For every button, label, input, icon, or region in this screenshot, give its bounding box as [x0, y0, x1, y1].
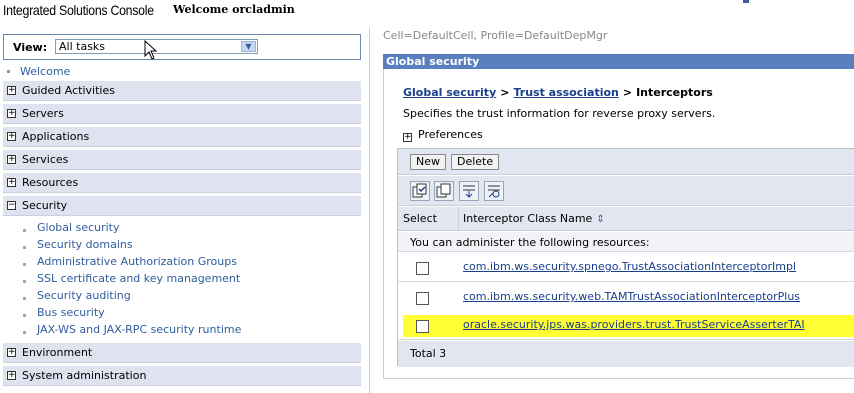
collapse-icon[interactable]: −	[7, 201, 16, 210]
bullet-icon	[23, 314, 26, 317]
breadcrumb-separator: >	[500, 86, 510, 99]
nav-section-services[interactable]: + Services	[3, 150, 361, 170]
panel-title: Global security	[383, 54, 854, 69]
interceptor-link[interactable]: oracle.security.jps.was.providers.trust.…	[463, 318, 805, 331]
cell-profile-text: Cell=DefaultCell, Profile=DefaultDepMgr	[383, 29, 608, 42]
breadcrumb-link-trust-association[interactable]: Trust association	[513, 86, 618, 99]
mouse-cursor-icon	[144, 40, 158, 60]
expand-icon[interactable]: +	[403, 133, 412, 142]
select-all-icon[interactable]	[410, 181, 430, 201]
expand-icon[interactable]: +	[7, 109, 16, 118]
column-header-select: Select	[403, 212, 437, 225]
expand-icon[interactable]: +	[7, 132, 16, 141]
interceptor-link[interactable]: com.ibm.ws.security.web.TAMTrustAssociat…	[463, 290, 800, 303]
preferences-label: Preferences	[418, 128, 483, 141]
table-row: com.ibm.ws.security.spnego.TrustAssociat…	[398, 253, 854, 282]
bullet-icon	[23, 229, 26, 232]
table-info-text: You can administer the following resourc…	[410, 236, 650, 249]
table-total-row: Total 3	[398, 341, 854, 367]
app-title: Integrated Solutions Console	[3, 2, 154, 18]
welcome-link[interactable]: Welcome	[20, 65, 70, 78]
bullet-icon	[23, 331, 26, 334]
column-header-interceptor-class-name[interactable]: Interceptor Class Name ⇕	[463, 212, 605, 225]
nav-section-label: Environment	[22, 346, 93, 359]
row-checkbox[interactable]	[416, 320, 429, 333]
nav-section-label: Applications	[22, 130, 90, 143]
column-divider	[458, 207, 459, 231]
nav-item-jax-ws-security[interactable]: JAX-WS and JAX-RPC security runtime	[37, 323, 241, 336]
navigation-pane: View: All tasks ▼ Welcome + Guided Activ…	[0, 28, 370, 393]
nav-item-security-auditing[interactable]: Security auditing	[37, 289, 131, 302]
show-filter-icon[interactable]	[459, 181, 479, 201]
breadcrumb-separator: >	[622, 86, 633, 99]
nav-section-label: Resources	[22, 176, 79, 189]
nav-item-ssl-certificate[interactable]: SSL certificate and key management	[37, 272, 240, 285]
content-pane: Cell=DefaultCell, Profile=DefaultDepMgr …	[371, 28, 854, 393]
nav-item-bus-security[interactable]: Bus security	[37, 306, 105, 319]
page-description: Specifies the trust information for reve…	[403, 107, 716, 120]
expand-icon[interactable]: +	[7, 155, 16, 164]
column-header-label: Interceptor Class Name	[463, 212, 593, 225]
bullet-icon	[23, 263, 26, 266]
console-header: Integrated Solutions Console Welcome orc…	[0, 0, 854, 28]
table-row-highlighted: oracle.security.jps.was.providers.trust.…	[398, 311, 854, 340]
breadcrumb: Global security > Trust association > Interc…	[403, 86, 713, 99]
nav-section-label: Servers	[22, 107, 64, 120]
bullet-icon	[23, 280, 26, 283]
nav-section-security[interactable]: − Security	[3, 196, 361, 216]
view-select-value: All tasks	[59, 40, 106, 53]
nav-section-applications[interactable]: + Applications	[3, 127, 361, 147]
header-mark	[743, 0, 749, 3]
nav-section-resources[interactable]: + Resources	[3, 173, 361, 193]
bullet-icon	[23, 246, 26, 249]
new-button[interactable]: New	[410, 154, 446, 170]
view-filter-box: View: All tasks ▼	[3, 34, 361, 60]
table-total: Total 3	[410, 347, 447, 360]
chevron-down-icon[interactable]: ▼	[241, 41, 256, 52]
table-header: Select Interceptor Class Name ⇕	[398, 207, 854, 231]
nav-item-global-security[interactable]: Global security	[37, 221, 120, 234]
nav-section-servers[interactable]: + Servers	[3, 104, 361, 124]
delete-button[interactable]: Delete	[451, 154, 500, 170]
interceptors-table: New Delete Select Interceptor Class Name…	[397, 148, 854, 367]
nav-section-guided-activities[interactable]: + Guided Activities	[3, 81, 361, 101]
clear-filter-icon[interactable]	[484, 181, 504, 201]
nav-section-label: Guided Activities	[22, 84, 115, 97]
nav-item-security-domains[interactable]: Security domains	[37, 238, 133, 251]
nav-section-label: System administration	[22, 369, 147, 382]
nav-section-environment[interactable]: + Environment	[3, 343, 361, 363]
view-label: View:	[13, 41, 48, 54]
nav-item-admin-authorization-groups[interactable]: Administrative Authorization Groups	[37, 255, 237, 268]
breadcrumb-current: Interceptors	[636, 86, 713, 99]
deselect-all-icon[interactable]	[434, 181, 454, 201]
nav-section-system-administration[interactable]: + System administration	[3, 366, 361, 386]
sort-icon[interactable]: ⇕	[596, 214, 604, 225]
breadcrumb-link-global-security[interactable]: Global security	[403, 86, 496, 99]
table-row: com.ibm.ws.security.web.TAMTrustAssociat…	[398, 283, 854, 312]
welcome-user: Welcome orcladmin	[173, 3, 295, 16]
nav-section-label: Security	[22, 199, 68, 212]
bullet-icon	[23, 297, 26, 300]
expand-icon[interactable]: +	[7, 371, 16, 380]
bullet-icon	[7, 70, 10, 73]
expand-icon[interactable]: +	[7, 178, 16, 187]
nav-section-label: Services	[22, 153, 69, 166]
row-checkbox[interactable]	[416, 262, 429, 275]
table-toolbar	[398, 176, 854, 206]
interceptor-link[interactable]: com.ibm.ws.security.spnego.TrustAssociat…	[463, 260, 796, 273]
button-bar: New Delete	[398, 149, 854, 175]
preferences-toggle[interactable]: + Preferences	[403, 128, 483, 142]
expand-icon[interactable]: +	[7, 348, 16, 357]
row-checkbox[interactable]	[416, 292, 429, 305]
expand-icon[interactable]: +	[7, 86, 16, 95]
table-info-row: You can administer the following resourc…	[398, 232, 854, 252]
